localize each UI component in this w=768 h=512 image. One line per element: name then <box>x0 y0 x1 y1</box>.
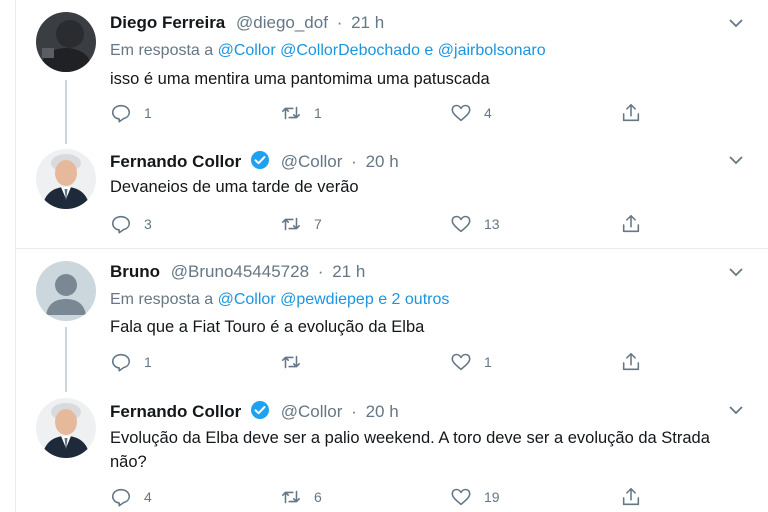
retweet-button[interactable]: 1 <box>280 101 322 125</box>
share-button[interactable] <box>620 212 654 236</box>
separator-dot: · <box>317 262 324 281</box>
reply-icon <box>111 488 131 507</box>
user-handle[interactable]: @Collor <box>281 152 343 171</box>
reply-context: Em resposta a @Collor @CollorDebochado e… <box>110 41 546 61</box>
share-button[interactable] <box>620 101 654 125</box>
tweet-header: Fernando Collor @Collor · 20 h <box>110 400 399 422</box>
tweet[interactable]: Diego Ferreira @diego_dof · 21 h Em resp… <box>16 0 768 144</box>
reply-context: Em resposta a @Collor @pewdiepep e 2 out… <box>110 290 449 310</box>
timestamp[interactable]: 21 h <box>332 262 365 281</box>
reply-prefix: Em resposta a <box>110 42 214 59</box>
retweet-icon <box>281 106 301 120</box>
tweet-text: Devaneios de uma tarde de verão <box>110 178 359 196</box>
tweet[interactable]: Bruno @Bruno45445728 · 21 h Em resposta … <box>16 249 768 392</box>
reply-button[interactable]: 1 <box>110 350 152 374</box>
reply-last-mention[interactable]: @jairbolsonaro <box>438 42 546 59</box>
user-handle[interactable]: @Collor <box>281 402 343 421</box>
tweet-text: Evolução da Elba deve ser a palio weeken… <box>110 429 710 471</box>
tweet-actions: 4 6 19 <box>110 485 670 509</box>
reply-mentions[interactable]: @Collor @CollorDebochado <box>218 42 420 59</box>
share-icon <box>622 103 640 122</box>
heart-icon <box>451 104 471 122</box>
separator-dot: · <box>336 13 343 32</box>
retweet-icon <box>281 355 301 369</box>
reply-icon <box>111 353 131 372</box>
thread-line <box>65 80 67 144</box>
reply-prefix: Em resposta a <box>110 291 214 308</box>
reply-count: 4 <box>144 489 152 505</box>
reply-icon <box>111 104 131 123</box>
chevron-down-icon[interactable] <box>728 17 744 29</box>
reply-others-link[interactable]: 2 outros <box>392 291 450 308</box>
tweet-header: Diego Ferreira @diego_dof · 21 h <box>110 12 384 34</box>
retweet-count: 6 <box>314 489 322 505</box>
tweet-header: Fernando Collor @Collor · 20 h <box>110 150 399 172</box>
timestamp[interactable]: 20 h <box>366 152 399 171</box>
tweet[interactable]: Fernando Collor @Collor · 20 h Devaneios… <box>16 140 768 248</box>
reply-button[interactable]: 4 <box>110 485 152 509</box>
tweet-actions: 3 7 13 <box>110 212 670 236</box>
verified-badge-icon <box>251 401 270 419</box>
verified-badge-icon <box>251 151 270 169</box>
reply-count: 1 <box>144 105 152 121</box>
retweet-icon <box>281 217 301 231</box>
retweet-count: 7 <box>314 216 322 232</box>
display-name[interactable]: Fernando Collor <box>110 402 241 421</box>
reply-count: 1 <box>144 354 152 370</box>
share-button[interactable] <box>620 350 654 374</box>
share-icon <box>622 214 640 233</box>
display-name[interactable]: Fernando Collor <box>110 152 241 171</box>
share-icon <box>622 487 640 506</box>
chevron-down-icon[interactable] <box>728 154 744 166</box>
conversation-thread: Diego Ferreira @diego_dof · 21 h Em resp… <box>15 0 768 512</box>
avatar[interactable] <box>36 12 96 72</box>
like-button[interactable]: 1 <box>450 350 492 374</box>
retweet-button[interactable] <box>280 350 314 374</box>
display-name[interactable]: Bruno <box>110 262 160 281</box>
retweet-icon <box>281 490 301 504</box>
tweet-actions: 1 1 4 <box>110 101 670 125</box>
user-handle[interactable]: @diego_dof <box>236 13 328 32</box>
user-handle[interactable]: @Bruno45445728 <box>171 262 309 281</box>
separator-dot: · <box>351 402 357 421</box>
reply-count: 3 <box>144 216 152 232</box>
avatar[interactable] <box>36 398 96 458</box>
display-name[interactable]: Diego Ferreira <box>110 13 225 32</box>
avatar[interactable] <box>36 261 96 321</box>
like-count: 13 <box>484 216 500 232</box>
retweet-count: 1 <box>314 105 322 121</box>
like-count: 19 <box>484 489 500 505</box>
timestamp[interactable]: 20 h <box>366 402 399 421</box>
tweet-header: Bruno @Bruno45445728 · 21 h <box>110 261 365 283</box>
like-count: 1 <box>484 354 492 370</box>
reply-and: e <box>378 291 388 308</box>
tweet[interactable]: Fernando Collor @Collor · 20 h Evolução … <box>16 390 768 512</box>
like-button[interactable]: 13 <box>450 212 500 236</box>
chevron-down-icon[interactable] <box>728 266 744 278</box>
like-button[interactable]: 19 <box>450 485 500 509</box>
thread-line <box>65 327 67 392</box>
like-button[interactable]: 4 <box>450 101 492 125</box>
timestamp[interactable]: 21 h <box>351 13 384 32</box>
like-count: 4 <box>484 105 492 121</box>
share-icon <box>622 352 640 371</box>
separator-dot: · <box>351 152 357 171</box>
chevron-down-icon[interactable] <box>728 404 744 416</box>
retweet-button[interactable]: 6 <box>280 485 322 509</box>
tweet-text: Fala que a Fiat Touro é a evolução da El… <box>110 318 425 336</box>
reply-button[interactable]: 1 <box>110 101 152 125</box>
tweet-actions: 1 1 <box>110 350 670 374</box>
share-button[interactable] <box>620 485 654 509</box>
reply-button[interactable]: 3 <box>110 212 152 236</box>
retweet-button[interactable]: 7 <box>280 212 322 236</box>
heart-icon <box>451 353 471 371</box>
reply-icon <box>111 215 131 234</box>
reply-and: e <box>424 42 434 59</box>
tweet-text: isso é uma mentira uma pantomima uma pat… <box>110 70 490 88</box>
heart-icon <box>451 488 471 506</box>
heart-icon <box>451 215 471 233</box>
avatar[interactable] <box>36 149 96 209</box>
reply-mentions[interactable]: @Collor @pewdiepep <box>218 291 374 308</box>
